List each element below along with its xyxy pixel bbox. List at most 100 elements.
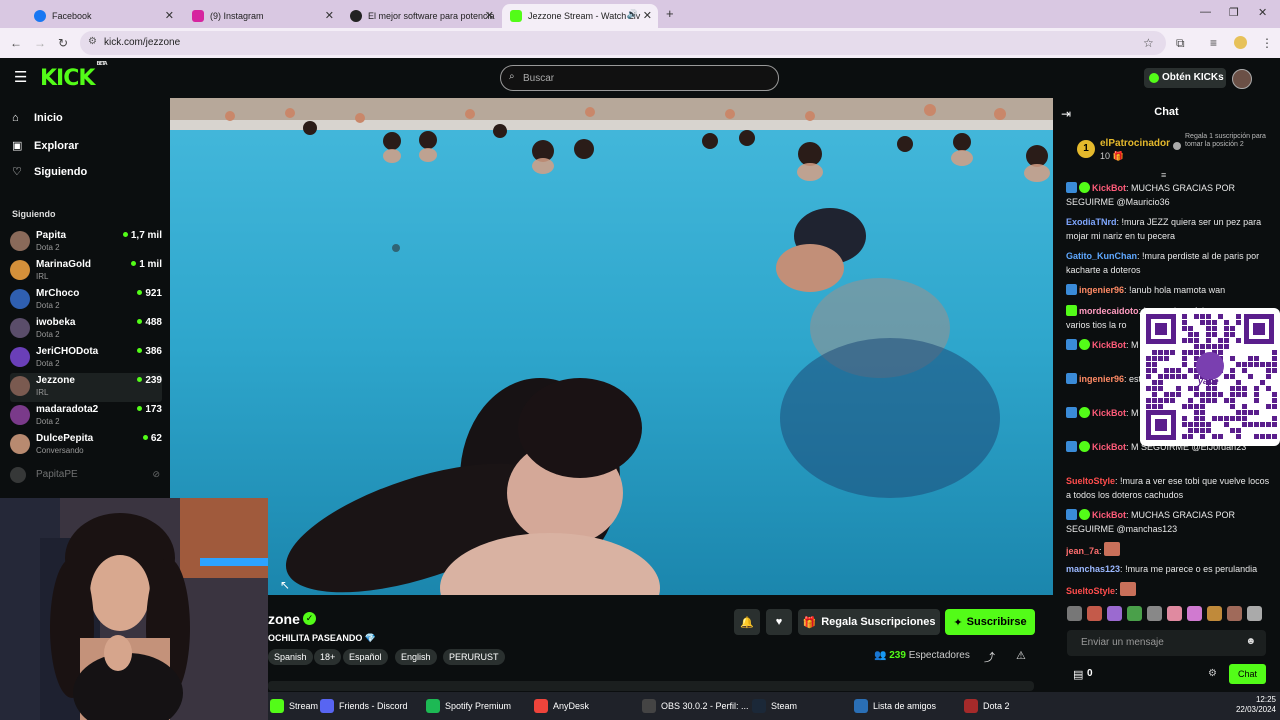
chat-username[interactable]: mordecaidoto <box>1079 306 1139 316</box>
url-field[interactable]: ⚙ kick.com/jezzone <box>80 31 1166 55</box>
tag-espanol[interactable]: Español <box>343 649 388 665</box>
following-item-mrchoco[interactable]: MrChoco Dota 2 921 <box>10 286 162 315</box>
send-chat-button[interactable]: Chat <box>1229 664 1266 684</box>
forward-icon[interactable]: → <box>34 36 46 50</box>
profile-avatar[interactable] <box>1234 36 1247 49</box>
taskbar-item[interactable]: OBS 30.0.2 - Perfil: ... <box>642 692 749 720</box>
following-item-iwobeka[interactable]: iwobeka Dota 2 488 <box>10 315 162 344</box>
following-item-jezzone[interactable]: Jezzone IRL 239 <box>10 373 162 402</box>
browser-menu-icon[interactable]: ⋮ <box>1261 36 1273 50</box>
minimize-icon[interactable]: — <box>1200 6 1211 18</box>
chat-username[interactable]: manchas123 <box>1066 564 1120 574</box>
chat-username[interactable]: SueltoStyle <box>1066 476 1115 486</box>
report-icon[interactable]: ⚠ <box>1016 649 1026 662</box>
media-icon[interactable]: ≡ <box>1210 36 1217 50</box>
follow-heart-button[interactable]: ♥ <box>766 609 792 635</box>
taskbar-item[interactable]: AnyDesk <box>534 692 589 720</box>
video-player[interactable]: ↖ <box>170 98 1053 595</box>
user-avatar[interactable] <box>1232 69 1252 89</box>
following-item-marinagold[interactable]: MarinaGold IRL 1 mil <box>10 257 162 286</box>
avatar <box>10 318 30 338</box>
following-item-jerichodota[interactable]: JeriCHODota Dota 2 386 <box>10 344 162 373</box>
chat-message: KickBot: MUCHAS GRACIAS POR SEGUIRME @ma… <box>1066 508 1271 536</box>
channel-category: IRL <box>36 388 49 397</box>
site-info-icon[interactable]: ⚙ <box>88 36 97 47</box>
chat-username[interactable]: ExodiaTNrd <box>1066 217 1117 227</box>
points-icon[interactable]: ▤ <box>1073 668 1083 681</box>
chat-username[interactable]: jean_7a <box>1066 546 1099 556</box>
nav-explorar[interactable]: ▣ Explorar <box>12 139 79 153</box>
back-icon[interactable]: ← <box>10 36 22 50</box>
emote-icon[interactable] <box>1247 606 1262 621</box>
following-item-offline[interactable]: PapitaPE ⊘ <box>10 464 162 493</box>
github-icon <box>350 10 362 22</box>
emote-icon[interactable] <box>1067 606 1082 621</box>
verified-badge-icon <box>1079 182 1090 193</box>
speaker-icon[interactable]: 🔊 <box>627 9 638 20</box>
bookmark-star-icon[interactable]: ☆ <box>1143 36 1154 50</box>
close-window-icon[interactable]: ✕ <box>1258 6 1267 19</box>
chat-username[interactable]: KickBot <box>1092 408 1126 418</box>
browser-tab-instagram[interactable]: (9) Instagram ✕ <box>184 4 340 28</box>
nav-siguiendo[interactable]: ♡ Siguiendo <box>12 165 87 179</box>
nav-inicio[interactable]: ⌂ Inicio <box>12 112 63 124</box>
system-clock[interactable]: 12:25 22/03/2024 <box>1226 695 1276 715</box>
taskbar-item[interactable]: Friends - Discord <box>320 692 408 720</box>
close-tab-icon[interactable]: ✕ <box>643 9 652 22</box>
emote-icon[interactable] <box>1107 606 1122 621</box>
emote-icon[interactable] <box>1167 606 1182 621</box>
following-item-dulcepepita[interactable]: DulcePepita Conversando 62 <box>10 431 162 460</box>
close-tab-icon[interactable]: ✕ <box>325 9 334 22</box>
close-tab-icon[interactable]: ✕ <box>165 9 174 22</box>
search-input[interactable]: ⌕ Buscar <box>500 65 779 91</box>
new-tab-icon[interactable]: + <box>666 6 674 21</box>
chat-username[interactable]: KickBot <box>1092 442 1126 452</box>
notification-bell-button[interactable]: 🔔 <box>734 609 760 635</box>
reload-icon[interactable]: ↻ <box>58 36 68 50</box>
following-item-papita[interactable]: Papita Dota 2 1,7 mil <box>10 228 162 257</box>
subscribe-button[interactable]: ✦ Suscribirse <box>945 609 1035 635</box>
taskbar-label: Steam <box>771 701 798 711</box>
browser-tab-facebook[interactable]: Facebook ✕ <box>26 4 180 28</box>
chat-username[interactable]: KickBot <box>1092 510 1126 520</box>
emote-icon[interactable] <box>1227 606 1242 621</box>
extensions-icon[interactable]: ⧉ <box>1176 36 1185 51</box>
share-icon[interactable]: ⤴ <box>984 649 995 665</box>
chat-message-input[interactable]: Enviar un mensaje ☻ <box>1067 630 1266 656</box>
taskbar-item[interactable]: Lista de amigos <box>854 692 936 720</box>
emote-icon[interactable] <box>1087 606 1102 621</box>
logo-text: KICK <box>40 66 95 91</box>
chat-username[interactable]: SueltoStyle <box>1066 586 1115 596</box>
browser-tab-kick[interactable]: Jezzone Stream - Watch Liv 🔊 ✕ <box>502 4 658 28</box>
kick-logo[interactable]: KICKBETA <box>40 61 108 91</box>
emote-icon[interactable] <box>1147 606 1162 621</box>
tag-spanish[interactable]: Spanish <box>268 649 313 665</box>
tag-18plus[interactable]: 18+ <box>314 649 342 665</box>
following-item-madaradota2[interactable]: madaradota2 Dota 2 173 <box>10 402 162 431</box>
chat-username[interactable]: KickBot <box>1092 183 1126 193</box>
emote-icon[interactable] <box>1127 606 1142 621</box>
chat-settings-icon[interactable]: ⚙ <box>1208 668 1217 679</box>
chat-username[interactable]: ingenier96 <box>1079 374 1124 384</box>
taskbar-item[interactable]: Spotify Premium <box>426 692 511 720</box>
channel-name: Papita <box>36 230 67 241</box>
emote-icon[interactable] <box>1187 606 1202 621</box>
tag-english[interactable]: English <box>395 649 437 665</box>
browser-tab-software[interactable]: El mejor software para potencia ✕ <box>342 4 500 28</box>
chat-username[interactable]: ingenier96 <box>1079 285 1124 295</box>
tag-perurust[interactable]: PERURUST <box>443 649 505 665</box>
hamburger-menu-icon[interactable]: ☰ <box>14 68 27 86</box>
gift-subscriptions-button[interactable]: 🎁 Regala Suscripciones <box>798 609 940 635</box>
top-sponsor[interactable]: 1 elPatrocinador 10 🎁 Regala 1 suscripci… <box>1065 128 1270 166</box>
emote-icon[interactable] <box>1207 606 1222 621</box>
taskbar-item[interactable]: Dota 2 <box>964 692 1010 720</box>
chat-username[interactable]: KickBot <box>1092 340 1126 350</box>
sponsor-note: Regala 1 suscripción para tomar la posic… <box>1185 133 1266 148</box>
yape-qr-overlay: yape <box>1140 308 1280 446</box>
maximize-icon[interactable]: ❐ <box>1229 6 1239 19</box>
emoji-icon[interactable]: ☻ <box>1245 636 1256 647</box>
close-tab-icon[interactable]: ✕ <box>485 9 494 22</box>
get-kicks-button[interactable]: Obtén KICKs <box>1144 68 1226 88</box>
chat-username[interactable]: Gatito_KunChan <box>1066 251 1137 261</box>
taskbar-item[interactable]: Steam <box>752 692 797 720</box>
